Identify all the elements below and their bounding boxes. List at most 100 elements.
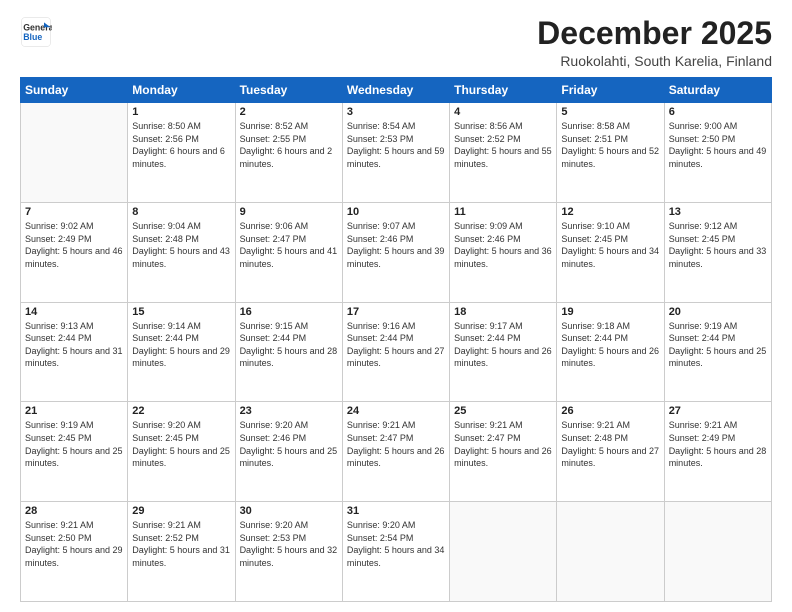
weekday-header-row: SundayMondayTuesdayWednesdayThursdayFrid…	[21, 78, 772, 103]
day-number: 9	[240, 206, 338, 218]
calendar-cell	[450, 502, 557, 602]
calendar-cell: 24Sunrise: 9:21 AMSunset: 2:47 PMDayligh…	[342, 402, 449, 502]
day-info: Sunrise: 9:21 AMSunset: 2:49 PMDaylight:…	[669, 419, 767, 469]
weekday-header-cell: Saturday	[664, 78, 771, 103]
day-info: Sunrise: 9:20 AMSunset: 2:53 PMDaylight:…	[240, 519, 338, 569]
calendar-cell: 13 Sunrise: 9:12 AMSunset: 2:45 PMDayligh…	[664, 202, 771, 302]
calendar-cell: 19Sunrise: 9:18 AMSunset: 2:44 PMDayligh…	[557, 302, 664, 402]
calendar-week-row: 28Sunrise: 9:21 AMSunset: 2:50 PMDayligh…	[21, 502, 772, 602]
calendar-cell: 3 Sunrise: 8:54 AMSunset: 2:53 PMDaylight…	[342, 103, 449, 203]
main-title: December 2025	[537, 16, 772, 51]
day-number: 16	[240, 306, 338, 318]
day-info: Sunrise: 8:56 AMSunset: 2:52 PMDaylight:…	[454, 120, 552, 170]
day-info: Sunrise: 9:19 AMSunset: 2:45 PMDaylight:…	[25, 419, 123, 469]
day-number: 28	[25, 505, 123, 517]
calendar-cell: 22 Sunrise: 9:20 AMSunset: 2:45 PMDayligh…	[128, 402, 235, 502]
calendar-cell: 26 Sunrise: 9:21 AMSunset: 2:48 PMDayligh…	[557, 402, 664, 502]
day-info: Sunrise: 9:12 AMSunset: 2:45 PMDaylight:…	[669, 220, 767, 270]
calendar-cell: 28Sunrise: 9:21 AMSunset: 2:50 PMDayligh…	[21, 502, 128, 602]
day-number: 22	[132, 405, 230, 417]
weekday-header-cell: Tuesday	[235, 78, 342, 103]
calendar-cell: 20Sunrise: 9:19 AMSunset: 2:44 PMDayligh…	[664, 302, 771, 402]
day-info: Sunrise: 9:17 AMSunset: 2:44 PMDaylight:…	[454, 320, 552, 370]
weekday-header-cell: Sunday	[21, 78, 128, 103]
day-number: 23	[240, 405, 338, 417]
day-number: 14	[25, 306, 123, 318]
day-info: Sunrise: 9:21 AMSunset: 2:47 PMDaylight:…	[347, 419, 445, 469]
calendar-week-row: 14Sunrise: 9:13 AMSunset: 2:44 PMDayligh…	[21, 302, 772, 402]
calendar-cell: 30 Sunrise: 9:20 AMSunset: 2:53 PMDayligh…	[235, 502, 342, 602]
calendar-cell: 2 Sunrise: 8:52 AMSunset: 2:55 PMDaylight…	[235, 103, 342, 203]
calendar-cell: 8 Sunrise: 9:04 AMSunset: 2:48 PMDaylight…	[128, 202, 235, 302]
day-number: 7	[25, 206, 123, 218]
day-info: Sunrise: 9:00 AMSunset: 2:50 PMDaylight:…	[669, 120, 767, 170]
calendar-table: SundayMondayTuesdayWednesdayThursdayFrid…	[20, 77, 772, 602]
calendar-cell: 15 Sunrise: 9:14 AMSunset: 2:44 PMDayligh…	[128, 302, 235, 402]
day-number: 3	[347, 106, 445, 118]
logo: General Blue	[20, 16, 52, 48]
calendar-cell: 29 Sunrise: 9:21 AMSunset: 2:52 PMDayligh…	[128, 502, 235, 602]
calendar-cell: 23 Sunrise: 9:20 AMSunset: 2:46 PMDayligh…	[235, 402, 342, 502]
day-number: 30	[240, 505, 338, 517]
calendar-cell: 1Sunrise: 8:50 AMSunset: 2:56 PMDaylight…	[128, 103, 235, 203]
day-info: Sunrise: 9:20 AMSunset: 2:46 PMDaylight:…	[240, 419, 338, 469]
day-info: Sunrise: 8:54 AMSunset: 2:53 PMDaylight:…	[347, 120, 445, 170]
calendar-cell: 4 Sunrise: 8:56 AMSunset: 2:52 PMDaylight…	[450, 103, 557, 203]
calendar-cell: 14Sunrise: 9:13 AMSunset: 2:44 PMDayligh…	[21, 302, 128, 402]
calendar-cell: 9Sunrise: 9:06 AMSunset: 2:47 PMDaylight…	[235, 202, 342, 302]
day-info: Sunrise: 9:16 AMSunset: 2:44 PMDaylight:…	[347, 320, 445, 370]
day-info: Sunrise: 9:20 AMSunset: 2:45 PMDaylight:…	[132, 419, 230, 469]
day-info: Sunrise: 9:14 AMSunset: 2:44 PMDaylight:…	[132, 320, 230, 370]
day-info: Sunrise: 9:09 AMSunset: 2:46 PMDaylight:…	[454, 220, 552, 270]
calendar-cell	[557, 502, 664, 602]
calendar-cell: 6 Sunrise: 9:00 AMSunset: 2:50 PMDaylight…	[664, 103, 771, 203]
day-info: Sunrise: 8:58 AMSunset: 2:51 PMDaylight:…	[561, 120, 659, 170]
svg-text:Blue: Blue	[23, 32, 42, 42]
calendar-cell: 7 Sunrise: 9:02 AMSunset: 2:49 PMDaylight…	[21, 202, 128, 302]
day-number: 21	[25, 405, 123, 417]
weekday-header-cell: Friday	[557, 78, 664, 103]
day-number: 10	[347, 206, 445, 218]
day-info: Sunrise: 9:10 AMSunset: 2:45 PMDaylight:…	[561, 220, 659, 270]
day-info: Sunrise: 9:20 AMSunset: 2:54 PMDaylight:…	[347, 519, 445, 569]
calendar-cell: 25Sunrise: 9:21 AMSunset: 2:47 PMDayligh…	[450, 402, 557, 502]
day-info: Sunrise: 9:04 AMSunset: 2:48 PMDaylight:…	[132, 220, 230, 270]
day-info: Sunrise: 9:21 AMSunset: 2:52 PMDaylight:…	[132, 519, 230, 569]
day-number: 5	[561, 106, 659, 118]
day-info: Sunrise: 9:19 AMSunset: 2:44 PMDaylight:…	[669, 320, 767, 370]
day-number: 13	[669, 206, 767, 218]
calendar-week-row: 1Sunrise: 8:50 AMSunset: 2:56 PMDaylight…	[21, 103, 772, 203]
day-number: 27	[669, 405, 767, 417]
day-number: 4	[454, 106, 552, 118]
day-number: 15	[132, 306, 230, 318]
day-number: 26	[561, 405, 659, 417]
day-number: 6	[669, 106, 767, 118]
calendar-cell: 17 Sunrise: 9:16 AMSunset: 2:44 PMDayligh…	[342, 302, 449, 402]
calendar-cell: 5 Sunrise: 8:58 AMSunset: 2:51 PMDaylight…	[557, 103, 664, 203]
calendar-cell: 31 Sunrise: 9:20 AMSunset: 2:54 PMDayligh…	[342, 502, 449, 602]
day-number: 29	[132, 505, 230, 517]
calendar-cell: 16 Sunrise: 9:15 AMSunset: 2:44 PMDayligh…	[235, 302, 342, 402]
day-number: 17	[347, 306, 445, 318]
day-number: 1	[132, 106, 230, 118]
page: General Blue December 2025 Ruokolahti, S…	[0, 0, 792, 612]
svg-text:General: General	[23, 22, 52, 32]
calendar-body: 1Sunrise: 8:50 AMSunset: 2:56 PMDaylight…	[21, 103, 772, 602]
day-number: 31	[347, 505, 445, 517]
day-number: 2	[240, 106, 338, 118]
day-number: 8	[132, 206, 230, 218]
day-info: Sunrise: 9:21 AMSunset: 2:48 PMDaylight:…	[561, 419, 659, 469]
calendar-cell: 21 Sunrise: 9:19 AMSunset: 2:45 PMDayligh…	[21, 402, 128, 502]
subtitle: Ruokolahti, South Karelia, Finland	[537, 53, 772, 69]
logo-icon: General Blue	[20, 16, 52, 48]
day-info: Sunrise: 8:52 AMSunset: 2:55 PMDaylight:…	[240, 120, 338, 170]
day-number: 12	[561, 206, 659, 218]
weekday-header-cell: Thursday	[450, 78, 557, 103]
calendar-week-row: 7 Sunrise: 9:02 AMSunset: 2:49 PMDaylight…	[21, 202, 772, 302]
weekday-header-cell: Wednesday	[342, 78, 449, 103]
calendar-cell: 27 Sunrise: 9:21 AMSunset: 2:49 PMDayligh…	[664, 402, 771, 502]
calendar-week-row: 21 Sunrise: 9:19 AMSunset: 2:45 PMDayligh…	[21, 402, 772, 502]
day-info: Sunrise: 9:15 AMSunset: 2:44 PMDaylight:…	[240, 320, 338, 370]
calendar-cell: 18Sunrise: 9:17 AMSunset: 2:44 PMDayligh…	[450, 302, 557, 402]
day-info: Sunrise: 9:02 AMSunset: 2:49 PMDaylight:…	[25, 220, 123, 270]
